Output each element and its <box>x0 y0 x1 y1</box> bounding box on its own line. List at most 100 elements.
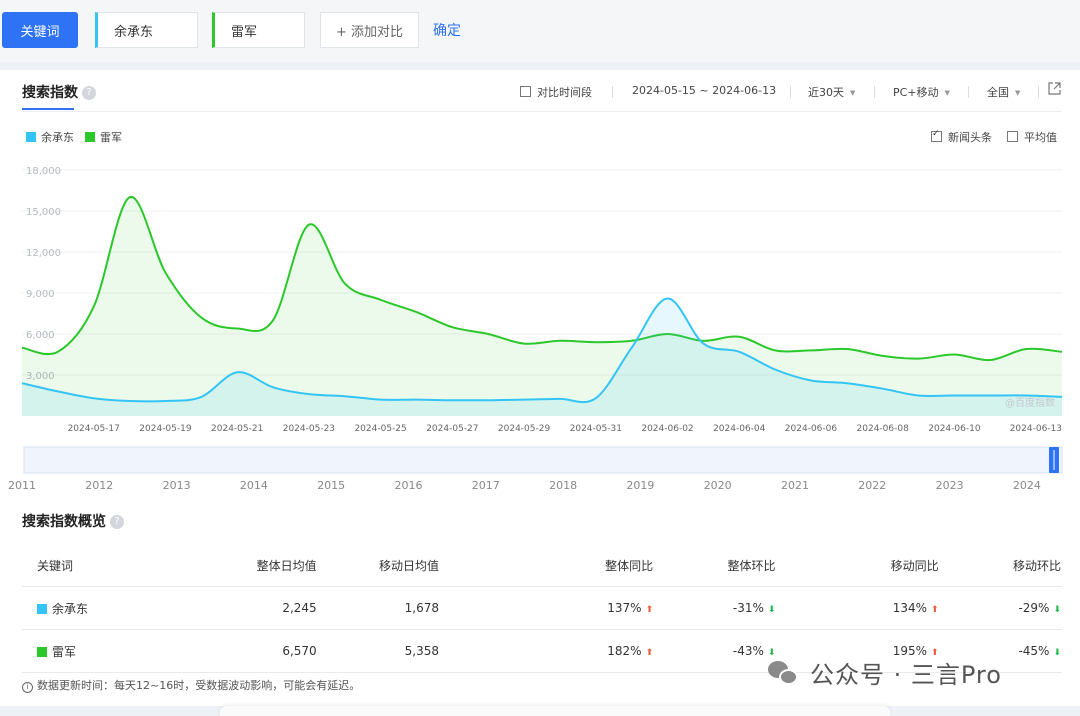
data-point[interactable] <box>1062 396 1063 397</box>
keyword-input-1[interactable]: 余承东 <box>95 12 198 48</box>
timeline-year-label: 2018 <box>549 479 577 492</box>
data-point[interactable] <box>237 328 238 329</box>
col-header: 整体同比 <box>440 544 655 587</box>
external-link-icon[interactable] <box>1048 82 1061 98</box>
data-point[interactable] <box>452 400 453 401</box>
region-value: 全国 <box>987 86 1009 99</box>
x-tick-label: 2024-05-27 <box>426 424 478 434</box>
value: 137% <box>607 601 642 615</box>
keyword-button[interactable]: 关键词 <box>2 12 78 48</box>
keyword-swatch <box>37 646 47 657</box>
device-select[interactable]: PC+移动 ▼ <box>893 84 950 100</box>
data-point[interactable] <box>775 350 776 351</box>
help-icon[interactable]: ? <box>110 515 124 529</box>
data-point[interactable] <box>846 349 847 350</box>
data-point[interactable] <box>273 320 274 321</box>
data-point[interactable] <box>631 340 632 341</box>
data-point[interactable] <box>1062 351 1063 352</box>
data-point[interactable] <box>524 343 525 344</box>
data-point[interactable] <box>559 398 560 399</box>
data-point[interactable] <box>739 336 740 337</box>
timeline-year-label: 2021 <box>781 479 809 492</box>
timeline-brush[interactable] <box>23 446 1063 474</box>
overall-avg-cell: 6,570 <box>174 629 318 673</box>
legend-item-series-1[interactable]: 余承东 <box>26 129 74 145</box>
data-point[interactable] <box>344 283 345 284</box>
data-point[interactable] <box>954 354 955 355</box>
data-point[interactable] <box>57 351 58 352</box>
data-point[interactable] <box>416 399 417 400</box>
data-point[interactable] <box>595 342 596 343</box>
x-tick-label: 2024-05-17 <box>68 424 120 434</box>
data-point[interactable] <box>380 299 381 300</box>
data-point[interactable] <box>990 360 991 361</box>
keyword-label: 雷军 <box>52 644 77 659</box>
add-compare-button[interactable]: + 添加对比 <box>320 12 419 48</box>
data-point[interactable] <box>237 372 238 373</box>
col-header: 移动日均值 <box>317 544 441 587</box>
data-point[interactable] <box>918 395 919 396</box>
timeline-year-label: 2024 <box>1013 479 1041 492</box>
keyword-input-2[interactable]: 雷军 <box>212 12 305 48</box>
data-point[interactable] <box>990 395 991 396</box>
caret-down-icon: ▼ <box>1015 89 1021 97</box>
data-point[interactable] <box>1026 349 1027 350</box>
data-point[interactable] <box>703 343 704 344</box>
news-headline-checkbox[interactable]: 新闻头条 <box>931 129 992 145</box>
data-point[interactable] <box>811 350 812 351</box>
region-select[interactable]: 全国 ▼ <box>987 84 1020 100</box>
data-point[interactable] <box>452 327 453 328</box>
data-point[interactable] <box>882 355 883 356</box>
mobile-avg-cell: 1,678 <box>317 586 441 630</box>
date-range-picker[interactable]: 2024-05-15 ~ 2024-06-13 <box>632 84 776 97</box>
data-point[interactable] <box>129 197 130 198</box>
tab-search-index[interactable]: 搜索指数? <box>22 82 96 102</box>
data-point[interactable] <box>631 347 632 348</box>
data-point[interactable] <box>380 399 381 400</box>
data-point[interactable] <box>1026 395 1027 396</box>
data-point[interactable] <box>739 351 740 352</box>
data-point[interactable] <box>93 306 94 307</box>
data-point[interactable] <box>667 298 668 299</box>
timeline-year-label: 2011 <box>8 479 36 492</box>
compare-period-checkbox[interactable]: 对比时间段 <box>520 84 592 100</box>
data-point[interactable] <box>882 388 883 389</box>
search-index-chart[interactable]: 3,0006,0009,00012,00015,00018,000 2024-0… <box>0 160 1080 500</box>
data-point[interactable] <box>22 347 23 348</box>
data-point[interactable] <box>775 369 776 370</box>
data-point[interactable] <box>846 383 847 384</box>
legend-item-series-2[interactable]: 雷军 <box>85 129 122 145</box>
data-point[interactable] <box>595 398 596 399</box>
data-point[interactable] <box>165 272 166 273</box>
data-point[interactable] <box>488 334 489 335</box>
overall-mom-cell: -43% ⬇ <box>654 629 777 673</box>
wechat-icon <box>768 660 798 685</box>
summary-title-label: 搜索指数概览 <box>22 514 106 530</box>
data-point[interactable] <box>524 399 525 400</box>
data-point[interactable] <box>344 396 345 397</box>
data-point[interactable] <box>954 395 955 396</box>
overall-yoy-cell: 182% ⬆ <box>440 629 655 673</box>
confirm-button[interactable]: 确定 <box>430 12 464 48</box>
data-point[interactable] <box>201 317 202 318</box>
data-point[interactable] <box>703 340 704 341</box>
data-point[interactable] <box>273 387 274 388</box>
x-tick-label: 2024-05-23 <box>283 424 335 434</box>
data-point[interactable] <box>416 312 417 313</box>
data-point[interactable] <box>811 380 812 381</box>
help-icon[interactable]: ? <box>82 86 96 100</box>
period-select[interactable]: 近30天 ▼ <box>808 84 855 100</box>
data-point[interactable] <box>559 340 560 341</box>
data-point[interactable] <box>201 396 202 397</box>
data-point[interactable] <box>93 398 94 399</box>
data-point[interactable] <box>57 391 58 392</box>
data-point[interactable] <box>22 383 23 384</box>
data-point[interactable] <box>308 224 309 225</box>
data-point[interactable] <box>308 394 309 395</box>
data-point[interactable] <box>165 401 166 402</box>
average-checkbox[interactable]: 平均值 <box>1007 129 1057 145</box>
col-header: 移动环比 <box>939 544 1062 587</box>
data-point[interactable] <box>129 401 130 402</box>
data-point[interactable] <box>918 358 919 359</box>
data-point[interactable] <box>488 400 489 401</box>
